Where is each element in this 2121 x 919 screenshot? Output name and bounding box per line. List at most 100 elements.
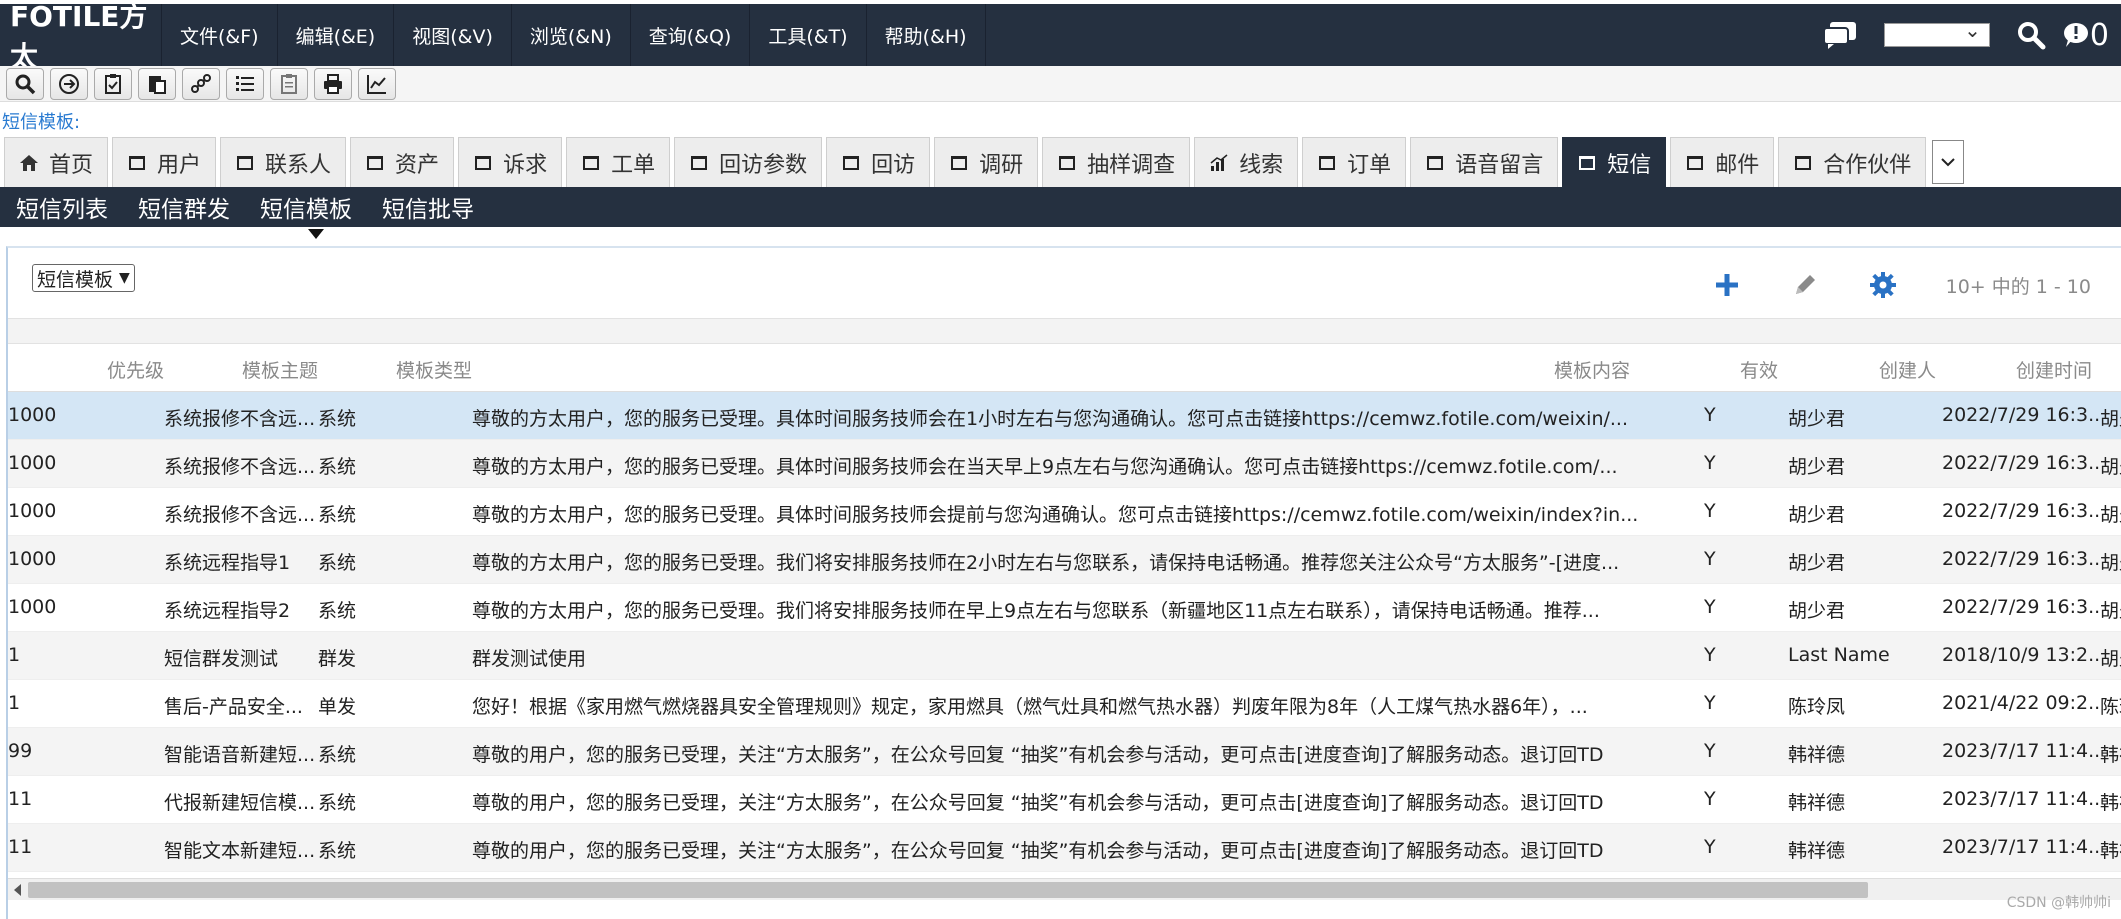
tab-label: 首页 [49, 152, 94, 178]
paste-button[interactable] [138, 67, 176, 100]
paste-icon [149, 75, 166, 94]
table-row[interactable]: 1 短信群发测试 群发 群发测试使用 Y Last Name 2018/10/9 13:2.… [8, 632, 2121, 680]
tab-contacts[interactable]: 联系人 [220, 137, 347, 187]
cell-subject: 系统报修不含远... [164, 504, 316, 526]
menu-view[interactable]: 视图(&V) [394, 4, 512, 66]
edit-icon[interactable] [1790, 270, 1820, 300]
clipboard-button[interactable] [270, 67, 308, 100]
search-scope-select[interactable] [1883, 18, 1990, 47]
column-type[interactable]: 模板类型 [322, 356, 472, 383]
scroll-left-icon[interactable] [14, 884, 21, 896]
column-created-time[interactable]: 创建时间 [1948, 356, 2092, 383]
sub-navigation: 短信列表 短信群发 短信模板 短信批导 [0, 187, 2121, 227]
cell-priority: 1000 [8, 500, 57, 522]
search-icon[interactable] [2016, 20, 2046, 50]
tab-requests[interactable]: 诉求 [458, 137, 563, 187]
breadcrumb[interactable]: 短信模板: [2, 108, 80, 134]
notification-indicator[interactable]: 0 [2062, 18, 2109, 53]
tab-orders[interactable]: 订单 [1302, 137, 1407, 187]
cell-creator: 韩祥德 [1788, 792, 1846, 814]
cell-priority: 1000 [8, 404, 57, 426]
cell-priority: 11 [8, 836, 33, 858]
view-select-value: 短信模板 [37, 268, 114, 291]
tab-home[interactable]: 首页 [4, 137, 109, 187]
tab-callback[interactable]: 回访 [826, 137, 931, 187]
notification-count: 0 [2089, 17, 2109, 53]
table-row[interactable]: 1000 系统远程指导1 系统 尊敬的方太用户，您的服务已受理。我们将安排服务技师在2… [8, 536, 2121, 584]
menu-browse[interactable]: 浏览(&N) [512, 4, 631, 66]
window-icon [1795, 155, 1812, 170]
tab-research[interactable]: 调研 [934, 137, 1039, 187]
table-row[interactable]: 1000 系统报修不含远... 系统 尊敬的方太用户，您的服务已受理。具体时间服务技师… [8, 392, 2121, 440]
subnav-sms-list[interactable]: 短信列表 [16, 190, 108, 224]
cell-subject: 系统远程指导2 [164, 600, 291, 622]
tab-partners[interactable]: 合作伙伴 [1778, 137, 1927, 187]
cell-valid: Y [1704, 404, 1716, 426]
tab-label: 调研 [979, 152, 1024, 178]
cell-valid: Y [1704, 836, 1716, 858]
table-row[interactable]: 11 代报新建短信模... 系统 尊敬的用户，您的服务已受理，关注“方太服务”，在公众… [8, 776, 2121, 824]
table-row[interactable]: 1000 系统远程指导2 系统 尊敬的方太用户，您的服务已受理。我们将安排服务技师在早… [8, 584, 2121, 632]
cell-type: 群发 [318, 648, 357, 670]
view-select[interactable]: 短信模板 ▼ [32, 264, 135, 292]
column-valid[interactable]: 有效 [1688, 356, 1778, 383]
applet-actions: 10+ 中的 1 - 10 [1712, 270, 2121, 300]
gear-icon[interactable] [1868, 270, 1898, 300]
add-icon[interactable] [1712, 270, 1742, 300]
link-button[interactable] [182, 67, 220, 100]
table-row[interactable]: 99 智能语音新建短... 系统 尊敬的用户，您的服务已受理，关注“方太服务”，在公众… [8, 728, 2121, 776]
cell-subject: 系统远程指导1 [164, 552, 291, 574]
cell-extra: 胡少 [2100, 504, 2121, 526]
tab-sms[interactable]: 短信 [1562, 137, 1667, 187]
table-row[interactable]: 1 售后-产品安全... 单发 您好！根据《家用燃气燃烧器具安全管理规则》规定，家用燃… [8, 680, 2121, 728]
cell-subject: 智能文本新建短... [164, 840, 316, 862]
cell-priority: 1 [8, 692, 21, 714]
query-button[interactable] [6, 67, 44, 100]
horizontal-scrollbar[interactable] [8, 878, 2121, 900]
menu-query[interactable]: 查询(&Q) [631, 4, 751, 66]
checklist-button[interactable] [94, 67, 132, 100]
cell-valid: Y [1704, 788, 1716, 810]
cell-created: 2021/4/22 09:2... [1942, 692, 2100, 714]
table-row[interactable]: 1000 系统报修不含远... 系统 尊敬的方太用户，您的服务已受理。具体时间服务技师… [8, 488, 2121, 536]
record-count: 10+ 中的 1 - 10 [1945, 275, 2091, 298]
print-button[interactable] [314, 67, 352, 100]
tab-work-orders[interactable]: 工单 [566, 137, 671, 187]
brand-logo[interactable]: FOTILE方太 [0, 0, 162, 73]
list-button[interactable] [226, 67, 264, 100]
cell-content: 尊敬的方太用户，您的服务已受理。具体时间服务技师会在1小时左右与您沟通确认。您可… [472, 408, 1629, 430]
tab-email[interactable]: 邮件 [1670, 137, 1775, 187]
cell-creator: 陈玲凤 [1788, 696, 1846, 718]
column-creator[interactable]: 创建人 [1808, 356, 1936, 383]
menu-file[interactable]: 文件(&F) [162, 4, 278, 66]
chat-icon[interactable] [1822, 20, 1858, 50]
table-row[interactable]: 1000 系统报修不含远... 系统 尊敬的方太用户，您的服务已受理。具体时间服务技师… [8, 440, 2121, 488]
tab-voicemail[interactable]: 语音留言 [1410, 137, 1559, 187]
menu-help[interactable]: 帮助(&H) [867, 4, 986, 66]
table-row[interactable]: 11 智能文本新建短... 系统 尊敬的用户，您的服务已受理，关注“方太服务”，在公众… [8, 824, 2121, 872]
cell-creator: 胡少君 [1788, 456, 1846, 478]
tab-label: 线索 [1239, 152, 1284, 178]
tab-callback-params[interactable]: 回访参数 [674, 137, 823, 187]
cell-valid: Y [1704, 692, 1716, 714]
subnav-sms-broadcast[interactable]: 短信群发 [138, 190, 230, 224]
menu-edit[interactable]: 编辑(&E) [278, 4, 395, 66]
subnav-sms-template[interactable]: 短信模板 [260, 190, 352, 224]
column-priority[interactable]: 优先级 [70, 356, 164, 383]
subnav-sms-batch-import[interactable]: 短信批导 [382, 190, 474, 224]
scroll-thumb[interactable] [28, 882, 1868, 898]
more-tabs-dropdown[interactable] [1932, 140, 1965, 184]
tab-sampling-survey[interactable]: 抽样调查 [1042, 137, 1191, 187]
chart-button[interactable] [358, 67, 396, 100]
window-icon [951, 155, 968, 170]
tab-leads[interactable]: 线索 [1194, 137, 1299, 187]
tab-assets[interactable]: 资产 [350, 137, 455, 187]
column-content[interactable]: 模板内容 [1488, 356, 1630, 383]
go-button[interactable] [50, 67, 88, 100]
cell-priority: 1000 [8, 452, 57, 474]
tab-users[interactable]: 用户 [112, 137, 217, 187]
window-icon [583, 155, 600, 170]
menu-tools[interactable]: 工具(&T) [750, 4, 867, 66]
cell-priority: 1000 [8, 596, 57, 618]
column-subject[interactable]: 模板主题 [168, 356, 318, 383]
